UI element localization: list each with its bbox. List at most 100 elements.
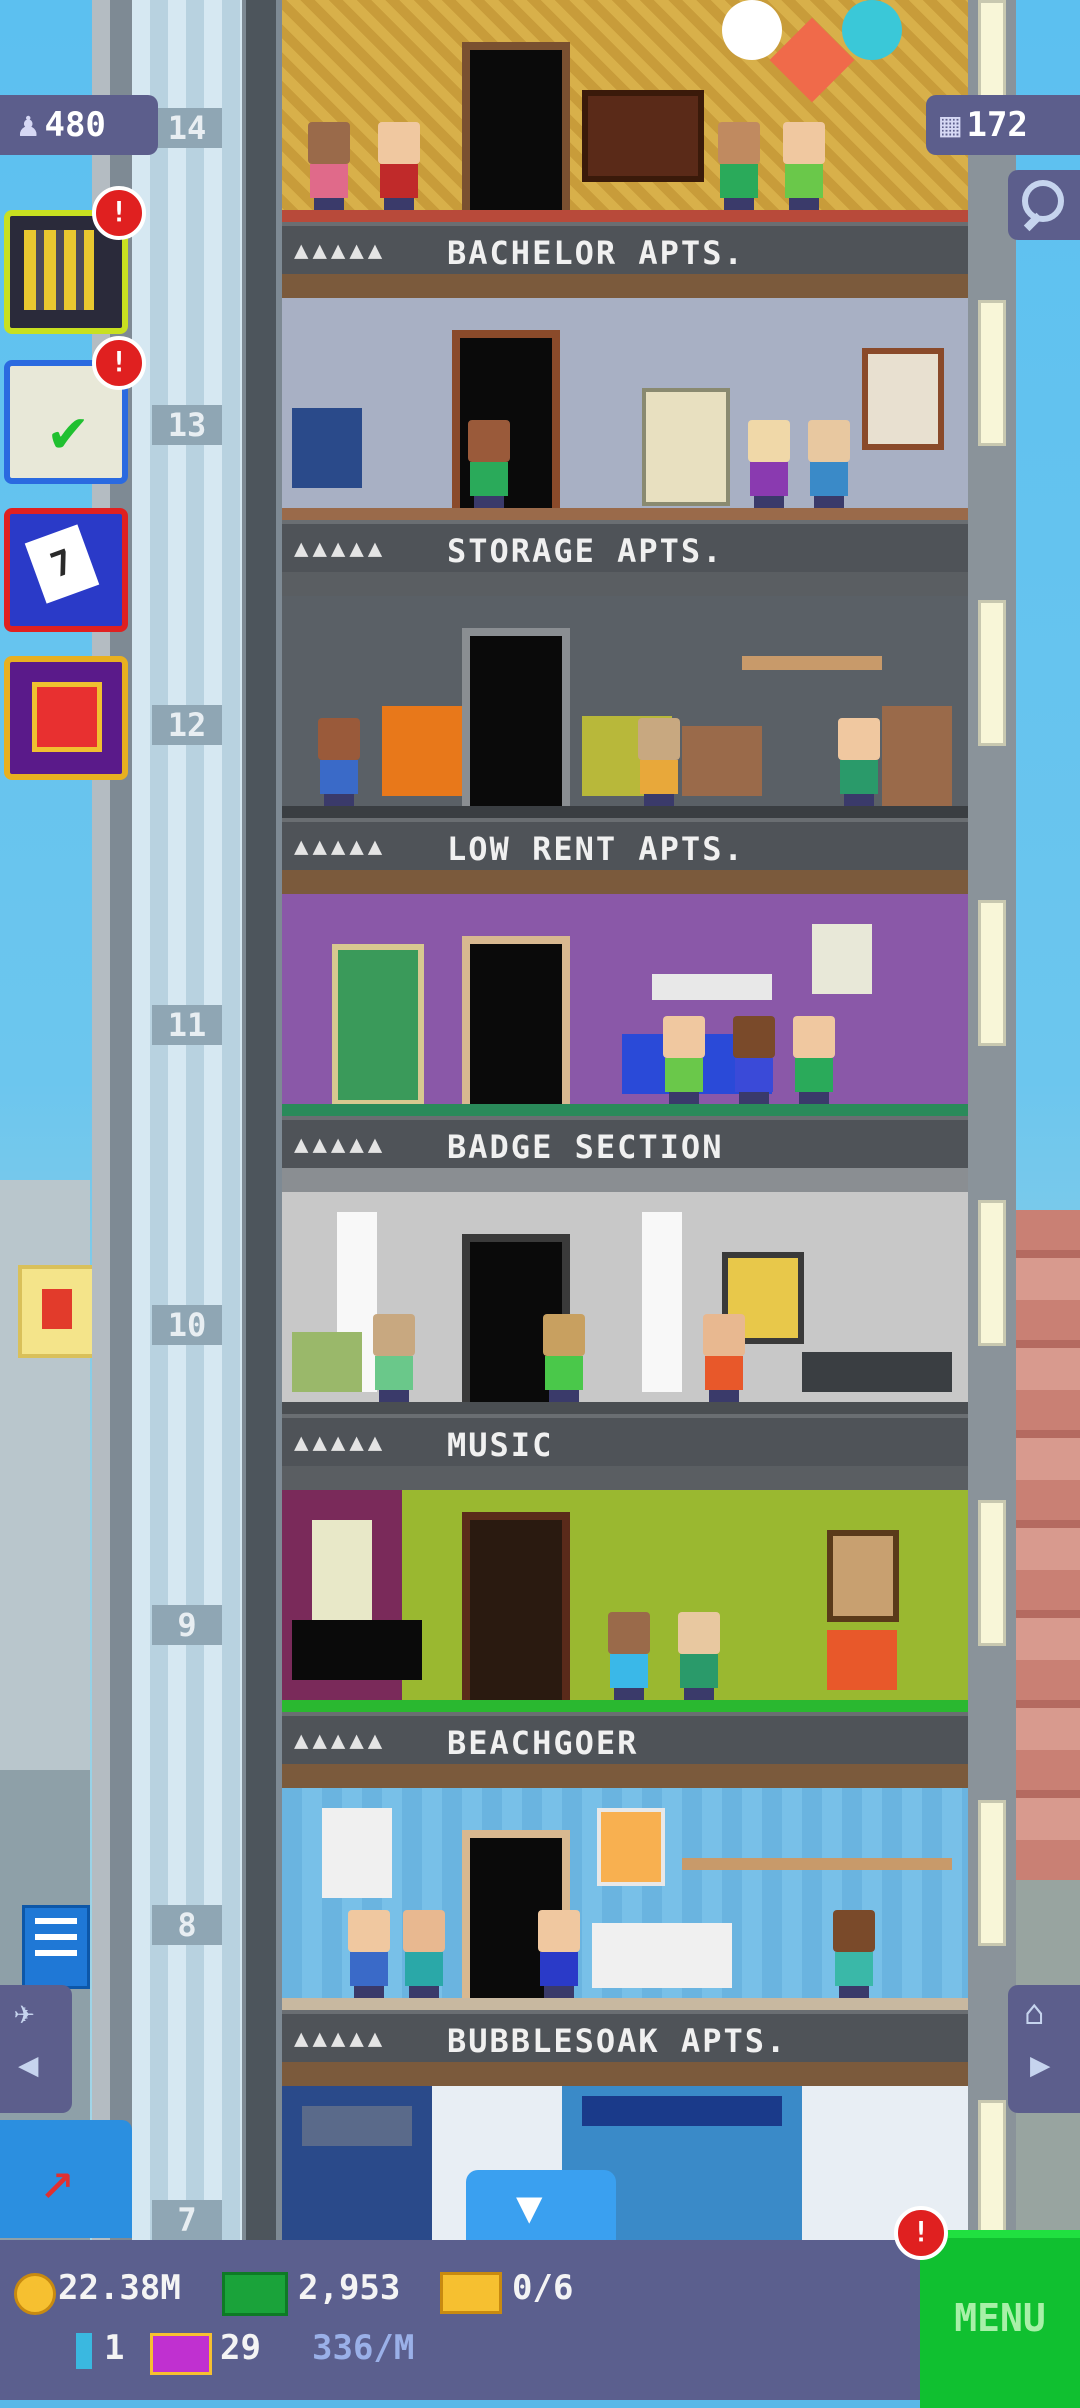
- calendar-button[interactable]: 7: [4, 508, 128, 632]
- floor-number-7: 7: [152, 2200, 222, 2240]
- floor-9[interactable]: ▲▲▲▲▲ BEACHGOER: [282, 1490, 968, 1788]
- bitizen[interactable]: [827, 1910, 881, 1998]
- room-beachgoer: [282, 1490, 968, 1712]
- floor-number-8: 8: [152, 1905, 222, 1945]
- home-icon: ⌂: [1024, 1993, 1045, 2033]
- nav-right-button[interactable]: ⌂ ▶: [1008, 1985, 1080, 2113]
- elevator-glass[interactable]: [132, 0, 242, 2240]
- room-low-rent: [282, 596, 968, 818]
- bitizen[interactable]: [367, 1314, 421, 1402]
- menu-button[interactable]: MENU: [920, 2230, 1080, 2408]
- bitizen[interactable]: [672, 1612, 726, 1700]
- tower-bux-counter[interactable]: ▦ 172: [926, 95, 1080, 155]
- bitizen[interactable]: [727, 1016, 781, 1104]
- calendar-icon: 7: [24, 524, 100, 604]
- floor-label-bar[interactable]: ▲▲▲▲▲ MUSIC: [282, 1414, 968, 1470]
- flower-decoration: [842, 0, 902, 60]
- coins-value: 22.38M: [58, 2268, 181, 2308]
- gift-icon: [32, 682, 102, 752]
- bitizen[interactable]: [302, 122, 356, 210]
- building-icon: ▦: [940, 105, 961, 145]
- piano-prop: [292, 1620, 422, 1680]
- nav-left-button[interactable]: ✈ ◀: [0, 1985, 72, 2113]
- floor-name: BADGE SECTION: [447, 1128, 724, 1166]
- room-storage: [282, 298, 968, 520]
- building-grid-icon: [24, 230, 94, 310]
- bitizen[interactable]: [712, 122, 766, 210]
- floor-10[interactable]: ▲▲▲▲▲ MUSIC: [282, 1192, 968, 1490]
- checkmark-icon: ✔: [50, 396, 87, 466]
- fries-billboard: [18, 1265, 96, 1358]
- floor-divider: [282, 1168, 968, 1192]
- gift-button[interactable]: [4, 656, 128, 780]
- floor-7[interactable]: [282, 2086, 968, 2240]
- floor-8[interactable]: ▲▲▲▲▲ BUBBLESOAK APTS.: [282, 1788, 968, 2086]
- apartment-door: [462, 1512, 570, 1700]
- window-prop: [312, 1520, 372, 1630]
- floor-stars: ▲▲▲▲▲: [294, 236, 387, 264]
- bitizen[interactable]: [802, 420, 856, 508]
- bitizen[interactable]: [697, 1314, 751, 1402]
- bitizen[interactable]: [787, 1016, 841, 1104]
- bitizen[interactable]: [602, 1612, 656, 1700]
- bitizen[interactable]: [537, 1314, 591, 1402]
- floor-label-bar[interactable]: ▲▲▲▲▲ STORAGE APTS.: [282, 520, 968, 576]
- menu-alert-badge: !: [894, 2206, 948, 2260]
- floor-stars: ▲▲▲▲▲: [294, 1428, 387, 1456]
- lamp-prop: [302, 2106, 412, 2146]
- bitizen[interactable]: [632, 718, 686, 806]
- bitizen[interactable]: [657, 1016, 711, 1104]
- floor-name: BACHELOR APTS.: [447, 234, 745, 272]
- elevator-icon: [76, 2333, 92, 2369]
- wall-sign-prop: [652, 974, 772, 1000]
- floor-12[interactable]: ▲▲▲▲▲ LOW RENT APTS.: [282, 596, 968, 894]
- bitizen[interactable]: [742, 420, 796, 508]
- bitizen[interactable]: [462, 420, 516, 508]
- bitizen[interactable]: [532, 1910, 586, 1998]
- plane-icon: ✈: [14, 1993, 35, 2033]
- bitizen[interactable]: [372, 122, 426, 210]
- poster-prop: [812, 924, 872, 994]
- floor-13[interactable]: ▲▲▲▲▲ STORAGE APTS.: [282, 298, 968, 596]
- floor-stars: ▲▲▲▲▲: [294, 1130, 387, 1158]
- population-counter[interactable]: ♟ 480: [0, 95, 158, 155]
- floor-name: BUBBLESOAK APTS.: [447, 2022, 788, 2060]
- arrow-left-icon: ◀: [18, 2045, 39, 2085]
- alert-badge: !: [92, 186, 146, 240]
- bitizen[interactable]: [832, 718, 886, 806]
- lights-prop: [582, 2096, 782, 2126]
- tv-prop: [582, 90, 704, 182]
- shelf-prop: [742, 656, 882, 670]
- room-bubblesoak: [282, 1788, 968, 2010]
- alert-badge: !: [92, 336, 146, 390]
- blue-sign: [22, 1905, 90, 1989]
- bitizen[interactable]: [397, 1910, 451, 1998]
- floor-label-bar[interactable]: ▲▲▲▲▲ BADGE SECTION: [282, 1116, 968, 1172]
- boxes-prop: [682, 726, 762, 796]
- floor-14[interactable]: ▲▲▲▲▲ BACHELOR APTS.: [282, 0, 968, 298]
- boxes-prop: [882, 706, 952, 806]
- bitizen[interactable]: [342, 1910, 396, 1998]
- search-button[interactable]: [1008, 170, 1080, 240]
- bux-value: 2,953: [298, 2268, 401, 2308]
- floor-label-bar[interactable]: ▲▲▲▲▲ LOW RENT APTS.: [282, 818, 968, 874]
- shelf-prop: [682, 1858, 952, 1870]
- room-partial: [282, 2086, 968, 2240]
- floor-11[interactable]: ▲▲▲▲▲ BADGE SECTION: [282, 894, 968, 1192]
- room-music: [282, 1192, 968, 1414]
- scroll-down-button[interactable]: ▼: [466, 2170, 616, 2240]
- bitizen[interactable]: [777, 122, 831, 210]
- floor-stars: ▲▲▲▲▲: [294, 1726, 387, 1754]
- floor-name: LOW RENT APTS.: [447, 830, 745, 868]
- floor-label-bar[interactable]: ▲▲▲▲▲ BUBBLESOAK APTS.: [282, 2010, 968, 2066]
- floor-label-bar[interactable]: ▲▲▲▲▲ BACHELOR APTS.: [282, 222, 968, 278]
- room-bachelor: [282, 0, 968, 222]
- bitizen[interactable]: [312, 718, 366, 806]
- floor-label-bar[interactable]: ▲▲▲▲▲ BEACHGOER: [282, 1712, 968, 1768]
- floor-divider: [282, 870, 968, 894]
- pushpin-button[interactable]: ↗: [0, 2120, 132, 2238]
- counter-prop: [802, 1352, 952, 1392]
- tower-bux-value: 172: [966, 105, 1028, 145]
- computer-prop: [642, 388, 730, 506]
- green-door-prop: [332, 944, 424, 1106]
